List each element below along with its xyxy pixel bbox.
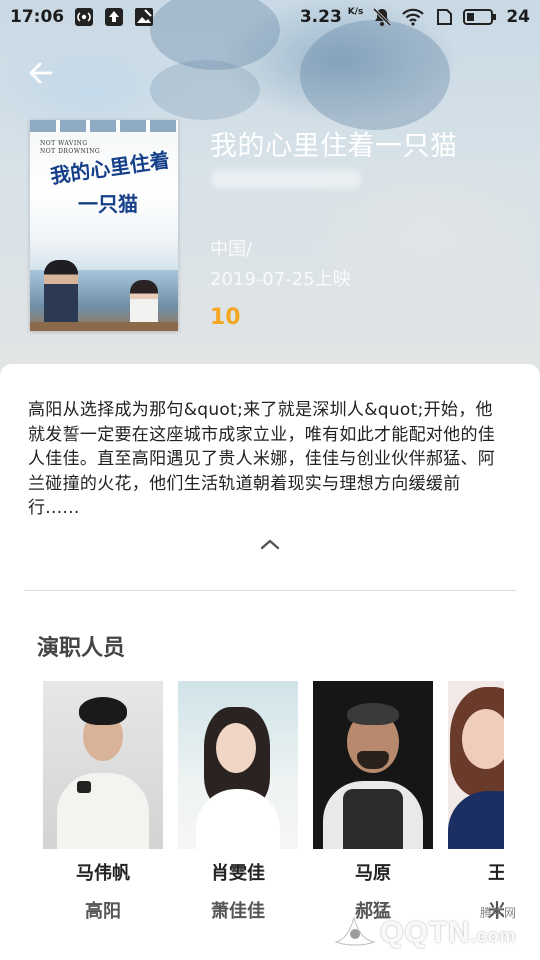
mute-icon — [372, 7, 392, 27]
release-date: 2019-07-25上映 — [210, 269, 351, 290]
poster-title-line2: 一只猫 — [78, 192, 138, 216]
arrow-left-icon — [27, 59, 55, 91]
battery-icon — [463, 7, 497, 27]
cast-list[interactable]: 马伟帆 高阳 肖雯佳 萧佳佳 马原 郝猛 王 米 — [43, 681, 504, 921]
cast-member[interactable]: 肖雯佳 萧佳佳 — [178, 681, 298, 921]
status-time: 17:06 — [10, 7, 65, 27]
poster-figure-woman — [130, 280, 158, 328]
cast-name: 马伟帆 — [76, 863, 130, 884]
sim-icon — [434, 7, 454, 27]
rating-score: 10 — [210, 305, 241, 330]
status-bar: 17:06 3.23 K/s 24 — [0, 0, 540, 34]
movie-region: 中国/ — [210, 239, 253, 260]
back-button[interactable] — [24, 58, 58, 92]
collapse-button[interactable] — [255, 534, 285, 556]
cast-photo — [178, 681, 298, 849]
cast-name: 马原 — [355, 863, 391, 884]
cast-member[interactable]: 马伟帆 高阳 — [43, 681, 163, 921]
cast-role: 萧佳佳 — [211, 901, 265, 921]
battery-level: 24 — [506, 7, 530, 27]
cast-member[interactable]: 马原 郝猛 — [313, 681, 433, 921]
movie-title: 我的心里住着一只猫 — [210, 131, 458, 162]
movie-poster[interactable]: NOT WAVING NOT DROWNING 我的心里住着 一只猫 — [30, 120, 178, 331]
cast-photo — [313, 681, 433, 849]
poster-figure-man — [44, 260, 78, 326]
upload-icon — [104, 7, 124, 27]
blurred-subtitle — [211, 169, 361, 189]
cast-heading: 演职人员 — [37, 636, 126, 661]
wifi-icon — [401, 7, 425, 27]
synopsis-text: 高阳从选择成为那句&quot;来了就是深圳人&quot;开始，他就发誓一定要在这… — [28, 400, 496, 518]
cast-member[interactable]: 王 米 — [448, 681, 504, 921]
watermark-logo-icon — [332, 912, 378, 956]
cast-role: 高阳 — [85, 901, 121, 921]
chevron-up-icon — [259, 536, 281, 555]
image-icon — [134, 7, 154, 27]
cast-name: 王 — [488, 863, 504, 884]
network-speed: 3.23 K/s — [299, 7, 364, 27]
poster-tagline: NOT WAVING NOT DROWNING — [40, 140, 101, 155]
divider — [24, 590, 516, 591]
watermark-text: QQTN.com — [380, 916, 517, 949]
cast-name: 肖雯佳 — [211, 863, 265, 884]
cast-icon — [74, 7, 94, 27]
cast-photo — [43, 681, 163, 849]
site-watermark: 腾牛网 QQTN.com — [328, 902, 534, 956]
cast-photo — [448, 681, 504, 849]
